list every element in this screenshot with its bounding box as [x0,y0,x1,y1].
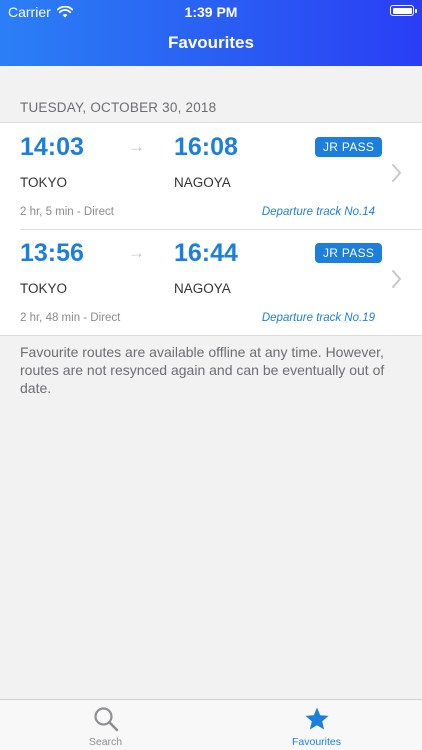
screen: Carrier 1:39 PM Favourites TUESDAY, OCTO… [0,0,422,750]
destination-station: NAGOYA [174,281,231,296]
jr-pass-badge: JR PASS [315,137,383,157]
jr-pass-badge: JR PASS [315,243,383,263]
arrow-right-icon: → [128,137,145,156]
routes-list: 14:03 → 16:08 JR PASS TOKYO NAGOYA 2 hr,… [0,122,422,336]
star-icon [305,707,328,730]
page-title: Favourites [168,33,254,52]
departure-track: Departure track No.14 [261,206,375,218]
arrow-right-icon: → [128,243,145,262]
departure-time: 13:56 [20,239,84,267]
tab-bar: Search Favourites [0,699,422,750]
departure-track: Departure track No.19 [261,312,375,324]
trip-duration: 2 hr, 48 min - Direct [20,312,121,324]
chevron-right-icon [392,270,401,288]
tab-favourites[interactable]: Favourites [211,700,422,750]
favourites-list: TUESDAY, OCTOBER 30, 2018 14:03 → 16:08 … [0,66,422,699]
arrival-time: 16:44 [174,239,238,267]
arrival-time: 16:08 [174,133,238,161]
tab-search[interactable]: Search [0,700,211,750]
battery-icon [390,5,417,16]
route-row[interactable]: 14:03 → 16:08 JR PASS TOKYO NAGOYA 2 hr,… [0,123,422,229]
header: Carrier 1:39 PM Favourites [0,0,422,66]
chevron-right-icon [392,164,401,182]
magnifier-icon [93,707,118,732]
offline-note: Favourite routes are available offline a… [20,344,385,396]
tab-search-label: Search [88,736,123,748]
destination-station: NAGOYA [174,175,231,190]
status-bar: Carrier 1:39 PM [0,0,422,22]
departure-time: 14:03 [20,133,84,161]
date-section-header: TUESDAY, OCTOBER 30, 2018 [20,100,217,115]
origin-station: TOKYO [20,281,68,296]
status-time: 1:39 PM [184,4,238,20]
route-row[interactable]: 13:56 → 16:44 JR PASS TOKYO NAGOYA 2 hr,… [0,229,422,335]
trip-duration: 2 hr, 5 min - Direct [20,206,114,218]
origin-station: TOKYO [20,175,68,190]
tab-favourites-label: Favourites [291,736,342,748]
